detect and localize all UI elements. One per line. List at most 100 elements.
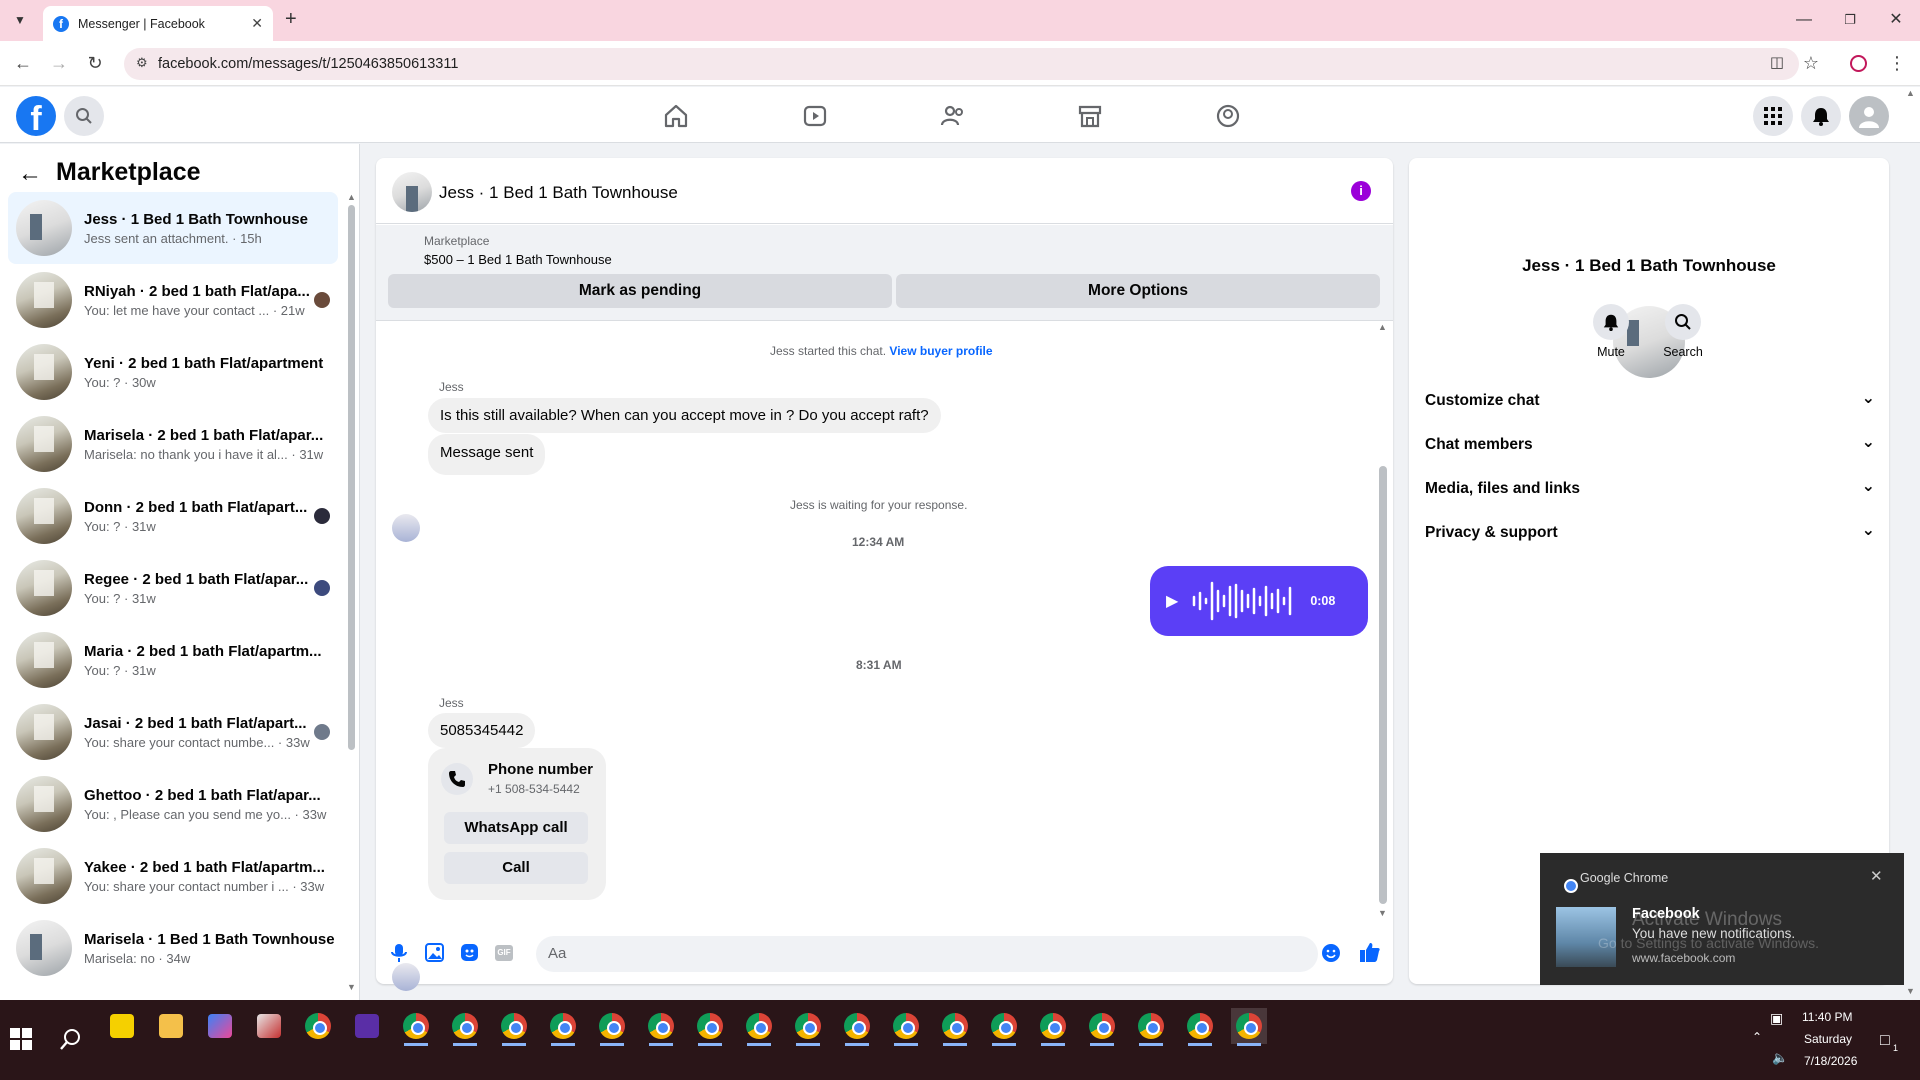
nav-marketplace[interactable]: [1075, 101, 1105, 131]
chat-scroll-up[interactable]: ▲: [1378, 322, 1387, 332]
reload-icon[interactable]: ↻: [84, 52, 106, 74]
nav-home[interactable]: [661, 101, 691, 131]
start-button[interactable]: [10, 1028, 32, 1050]
listing-title[interactable]: $500 – 1 Bed 1 Bath Townhouse: [424, 252, 612, 267]
scroll-down-arrow[interactable]: ▼: [347, 982, 356, 992]
menu-button[interactable]: [1753, 96, 1793, 136]
chrome-profile-window[interactable]: [643, 1008, 679, 1046]
scroll-up-arrow[interactable]: ▲: [347, 192, 356, 202]
chat-info-button[interactable]: i: [1351, 181, 1371, 201]
chrome-menu-icon[interactable]: ⋮: [1886, 52, 1908, 74]
browser-tab[interactable]: f Messenger | Facebook ✕: [43, 6, 273, 41]
conversation-item[interactable]: Regee · 2 bed 1 bath Flat/apar... You: ? …: [8, 552, 338, 624]
call-button[interactable]: Call: [444, 852, 588, 884]
conversation-item[interactable]: Maria · 2 bed 1 bath Flat/apartm... You: …: [8, 624, 338, 696]
chat-scrollbar[interactable]: [1379, 466, 1387, 904]
voice-message[interactable]: ▶ 0:08: [1150, 566, 1368, 636]
play-icon[interactable]: ▶: [1166, 591, 1178, 611]
chrome-notification[interactable]: Google Chrome ✕ Facebook You have new no…: [1540, 853, 1904, 985]
chrome-profile-window[interactable]: [937, 1008, 973, 1046]
message-bubble[interactable]: 5085345442: [428, 713, 536, 748]
chrome-profile-window[interactable]: [1133, 1008, 1169, 1046]
chrome-profile-window[interactable]: [888, 1008, 924, 1046]
chrome-profile-window[interactable]: [741, 1008, 777, 1046]
copilot-app-icon[interactable]: [202, 1008, 238, 1044]
new-tab-icon[interactable]: +: [285, 8, 297, 31]
attach-photo-button[interactable]: [425, 943, 444, 962]
chrome-profile-window[interactable]: [1182, 1008, 1218, 1046]
restore-icon[interactable]: ❐: [1840, 10, 1860, 30]
message-input[interactable]: Aa: [536, 936, 1318, 972]
close-tab-icon[interactable]: ✕: [251, 15, 263, 32]
facebook-logo-icon[interactable]: f: [16, 96, 56, 136]
conversation-item[interactable]: Yakee · 2 bed 1 bath Flat/apartm... You: …: [8, 840, 338, 912]
conversation-item[interactable]: Yeni · 2 bed 1 bath Flat/apartment You: ?…: [8, 336, 338, 408]
chrome-profile-window[interactable]: [545, 1008, 581, 1046]
chrome-profile-window[interactable]: [790, 1008, 826, 1046]
mute-button[interactable]: [1593, 304, 1629, 340]
sticker-button[interactable]: [460, 943, 479, 962]
account-avatar[interactable]: [1849, 96, 1889, 136]
conversation-item[interactable]: Jasai · 2 bed 1 bath Flat/apart... You: s…: [8, 696, 338, 768]
notification-close-icon[interactable]: ✕: [1870, 867, 1883, 885]
chrome-profile-window[interactable]: [594, 1008, 630, 1046]
whatsapp-call-button[interactable]: WhatsApp call: [444, 812, 588, 844]
conversation-item[interactable]: Marisela · 1 Bed 1 Bath Townhouse Marisel…: [8, 912, 338, 984]
emoji-button[interactable]: [1321, 943, 1341, 963]
chrome-profile-window[interactable]: [986, 1008, 1022, 1046]
conversation-item[interactable]: Ghettoo · 2 bed 1 bath Flat/apar... You: …: [8, 768, 338, 840]
sticky-app-icon[interactable]: [104, 1008, 140, 1044]
address-bar[interactable]: ⚙ facebook.com/messages/t/12504638506133…: [124, 48, 1799, 80]
conversation-item[interactable]: RNiyah · 2 bed 1 bath Flat/apa... You: le…: [8, 264, 338, 336]
chrome-profile-window[interactable]: [398, 1008, 434, 1046]
chrome-app-icon[interactable]: [300, 1008, 336, 1044]
more-options-button[interactable]: More Options: [896, 274, 1380, 308]
conversation-item[interactable]: Marisela · 2 bed 1 bath Flat/apar... Mari…: [8, 408, 338, 480]
like-button[interactable]: [1359, 941, 1381, 963]
left-scrollbar[interactable]: [348, 205, 355, 750]
message-bubble[interactable]: Is this still available? When can you ac…: [428, 398, 941, 433]
view-buyer-profile-link[interactable]: View buyer profile: [889, 344, 992, 358]
taskbar-search-button[interactable]: [60, 1028, 82, 1050]
chrome-profile-window[interactable]: [1084, 1008, 1120, 1046]
back-arrow-icon[interactable]: ←: [18, 160, 42, 188]
chrome-profile-window[interactable]: [839, 1008, 875, 1046]
nav-video[interactable]: [800, 101, 830, 131]
back-icon[interactable]: ←: [12, 52, 34, 74]
close-window-icon[interactable]: ✕: [1886, 10, 1906, 30]
nav-friends[interactable]: [938, 101, 968, 131]
details-section[interactable]: Chat members ⌄: [1425, 425, 1875, 465]
voice-clip-button[interactable]: [390, 943, 408, 963]
forward-icon[interactable]: →: [48, 52, 70, 74]
conversation-item[interactable]: Donn · 2 bed 1 bath Flat/apart... You: ? …: [8, 480, 338, 552]
chrome-profile-window[interactable]: [1231, 1008, 1267, 1046]
chrome-profile-window[interactable]: [692, 1008, 728, 1046]
details-section[interactable]: Customize chat ⌄: [1425, 381, 1875, 421]
gif-button[interactable]: GIF: [495, 945, 513, 961]
page-scroll-up[interactable]: ▲: [1906, 88, 1915, 98]
show-hidden-icons[interactable]: ⌃: [1752, 1030, 1762, 1044]
details-section[interactable]: Media, files and links ⌄: [1425, 469, 1875, 509]
chat-avatar[interactable]: [392, 172, 432, 212]
site-info-icon[interactable]: ⚙: [136, 55, 148, 71]
chrome-profile-window[interactable]: [447, 1008, 483, 1046]
conversation-item[interactable]: Jess · 1 Bed 1 Bath Townhouse Jess sent a…: [8, 192, 338, 264]
action-center-icon[interactable]: □: [1880, 1032, 1890, 1050]
chat-scroll-down[interactable]: ▼: [1378, 908, 1387, 918]
profile-icon[interactable]: [1850, 55, 1867, 72]
message-bubble[interactable]: Message sent: [428, 434, 546, 475]
nav-gaming[interactable]: [1213, 101, 1243, 131]
details-section[interactable]: Privacy & support ⌄: [1425, 513, 1875, 553]
page-scroll-down[interactable]: ▼: [1906, 986, 1915, 996]
minimize-icon[interactable]: —: [1794, 10, 1814, 30]
purple-app-icon[interactable]: [349, 1008, 385, 1044]
install-app-icon[interactable]: ◫: [1766, 52, 1788, 74]
search-chat-button[interactable]: [1665, 304, 1701, 340]
volume-icon[interactable]: 🔈: [1772, 1050, 1788, 1066]
search-facebook-button[interactable]: [64, 96, 104, 136]
mark-pending-button[interactable]: Mark as pending: [388, 274, 892, 308]
network-icon[interactable]: ▣: [1770, 1010, 1783, 1027]
chrome-profile-window[interactable]: [1035, 1008, 1071, 1046]
notifications-button[interactable]: [1801, 96, 1841, 136]
tab-search-icon[interactable]: ▼: [10, 10, 30, 30]
